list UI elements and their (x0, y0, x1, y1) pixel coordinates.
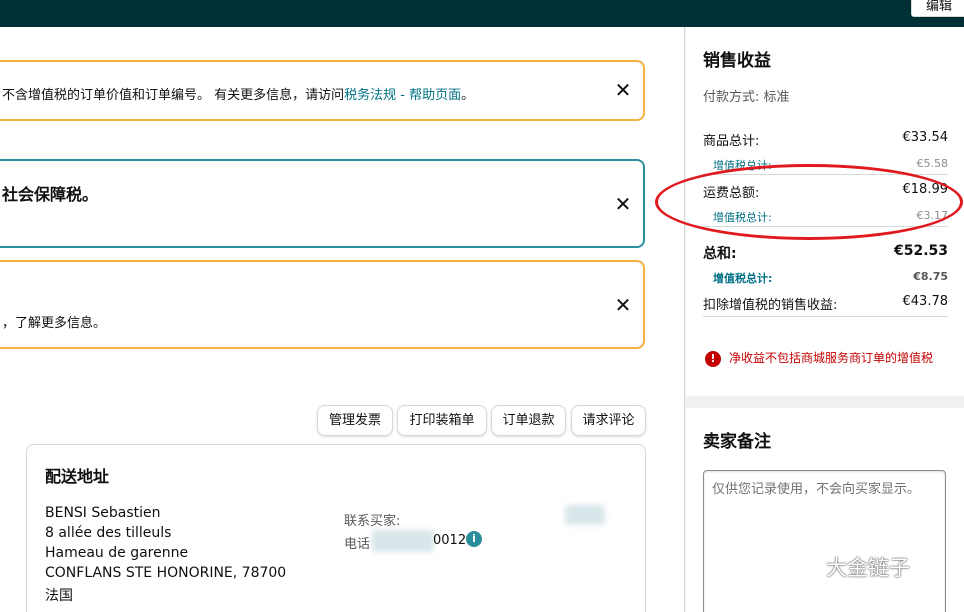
seller-notes-title: 卖家备注 (703, 432, 771, 452)
manage-invoice-button[interactable]: 管理发票 (317, 405, 393, 436)
info-icon[interactable]: i (466, 531, 482, 547)
address-line-1: 8 allée des tilleuls (45, 525, 172, 541)
alert-more-info-text: ，了解更多信息。 (2, 316, 107, 331)
address-line-2: Hameau de garenne (45, 545, 189, 561)
alert-social-security: 社会保障税。 ✕ (0, 159, 645, 248)
shipping-total-row: 运费总额: €18.99 (703, 182, 948, 201)
alert-tax-text: 不含增值税的订单价值和订单编号。 有关更多信息，请访问税务法规 - 帮助页面。 (2, 88, 475, 103)
shipping-address-title: 配送地址 (45, 467, 110, 486)
print-packing-slip-button[interactable]: 打印装箱单 (397, 405, 487, 436)
divider (703, 316, 948, 317)
redacted-contact (565, 505, 605, 525)
close-icon[interactable]: ✕ (613, 78, 633, 102)
shipping-address-card: 配送地址 BENSI Sebastien 8 allée des tilleul… (26, 444, 646, 612)
vat-warning: ! 净收益不包括商城服务商订单的增值税 (705, 349, 933, 367)
wechat-icon (793, 558, 821, 580)
items-vat-row: 增值税总计: €5.58 (713, 157, 948, 172)
vat-warning-text: 净收益不包括商城服务商订单的增值税 (729, 351, 934, 365)
grand-total-row: 总和: €52.53 (703, 243, 948, 262)
alert-tax-info: 不含增值税的订单价值和订单编号。 有关更多信息，请访问税务法规 - 帮助页面。 … (0, 60, 645, 121)
sales-proceeds-title: 销售收益 (703, 51, 771, 71)
phone-label: 电话 (344, 537, 371, 552)
edit-button[interactable]: 编辑 (911, 0, 964, 17)
alert-social-security-title: 社会保障税。 (2, 185, 99, 204)
net-proceeds-row: 扣除增值税的销售收益: €43.78 (703, 294, 948, 313)
address-country: 法国 (45, 588, 73, 604)
sales-proceeds-panel: 销售收益 付款方式: 标准 商品总计: €33.54 增值税总计: €5.58 运费… (686, 27, 964, 396)
grand-vat-row: 增值税总计: €8.75 (713, 270, 948, 285)
address-city: CONFLANS STE HONORINE, 78700 (45, 565, 287, 581)
warning-icon: ! (705, 350, 721, 367)
tax-help-link[interactable]: 税务法规 - 帮助页面 (344, 88, 461, 103)
top-nav-bar: 编辑 (0, 0, 964, 27)
watermark-text: 大金链子 (826, 556, 910, 580)
payment-method: 付款方式: 标准 (703, 90, 790, 105)
close-icon[interactable]: ✕ (613, 293, 633, 317)
items-total-row: 商品总计: €33.54 (703, 130, 948, 149)
seller-notes-input[interactable] (703, 470, 946, 612)
redacted-phone (372, 530, 434, 552)
watermark: 大金链子 (792, 552, 910, 582)
refund-order-button[interactable]: 订单退款 (491, 405, 566, 436)
buyer-name: BENSI Sebastien (45, 505, 161, 521)
divider (703, 174, 948, 175)
request-review-button[interactable]: 请求评论 (571, 405, 646, 436)
close-icon[interactable]: ✕ (613, 192, 633, 216)
divider (703, 226, 948, 227)
alert-more-info: ，了解更多信息。 ✕ (0, 260, 645, 349)
contact-buyer-label[interactable]: 联系买家: (344, 510, 400, 529)
shipping-vat-row: 增值税总计: €3.17 (713, 209, 948, 224)
